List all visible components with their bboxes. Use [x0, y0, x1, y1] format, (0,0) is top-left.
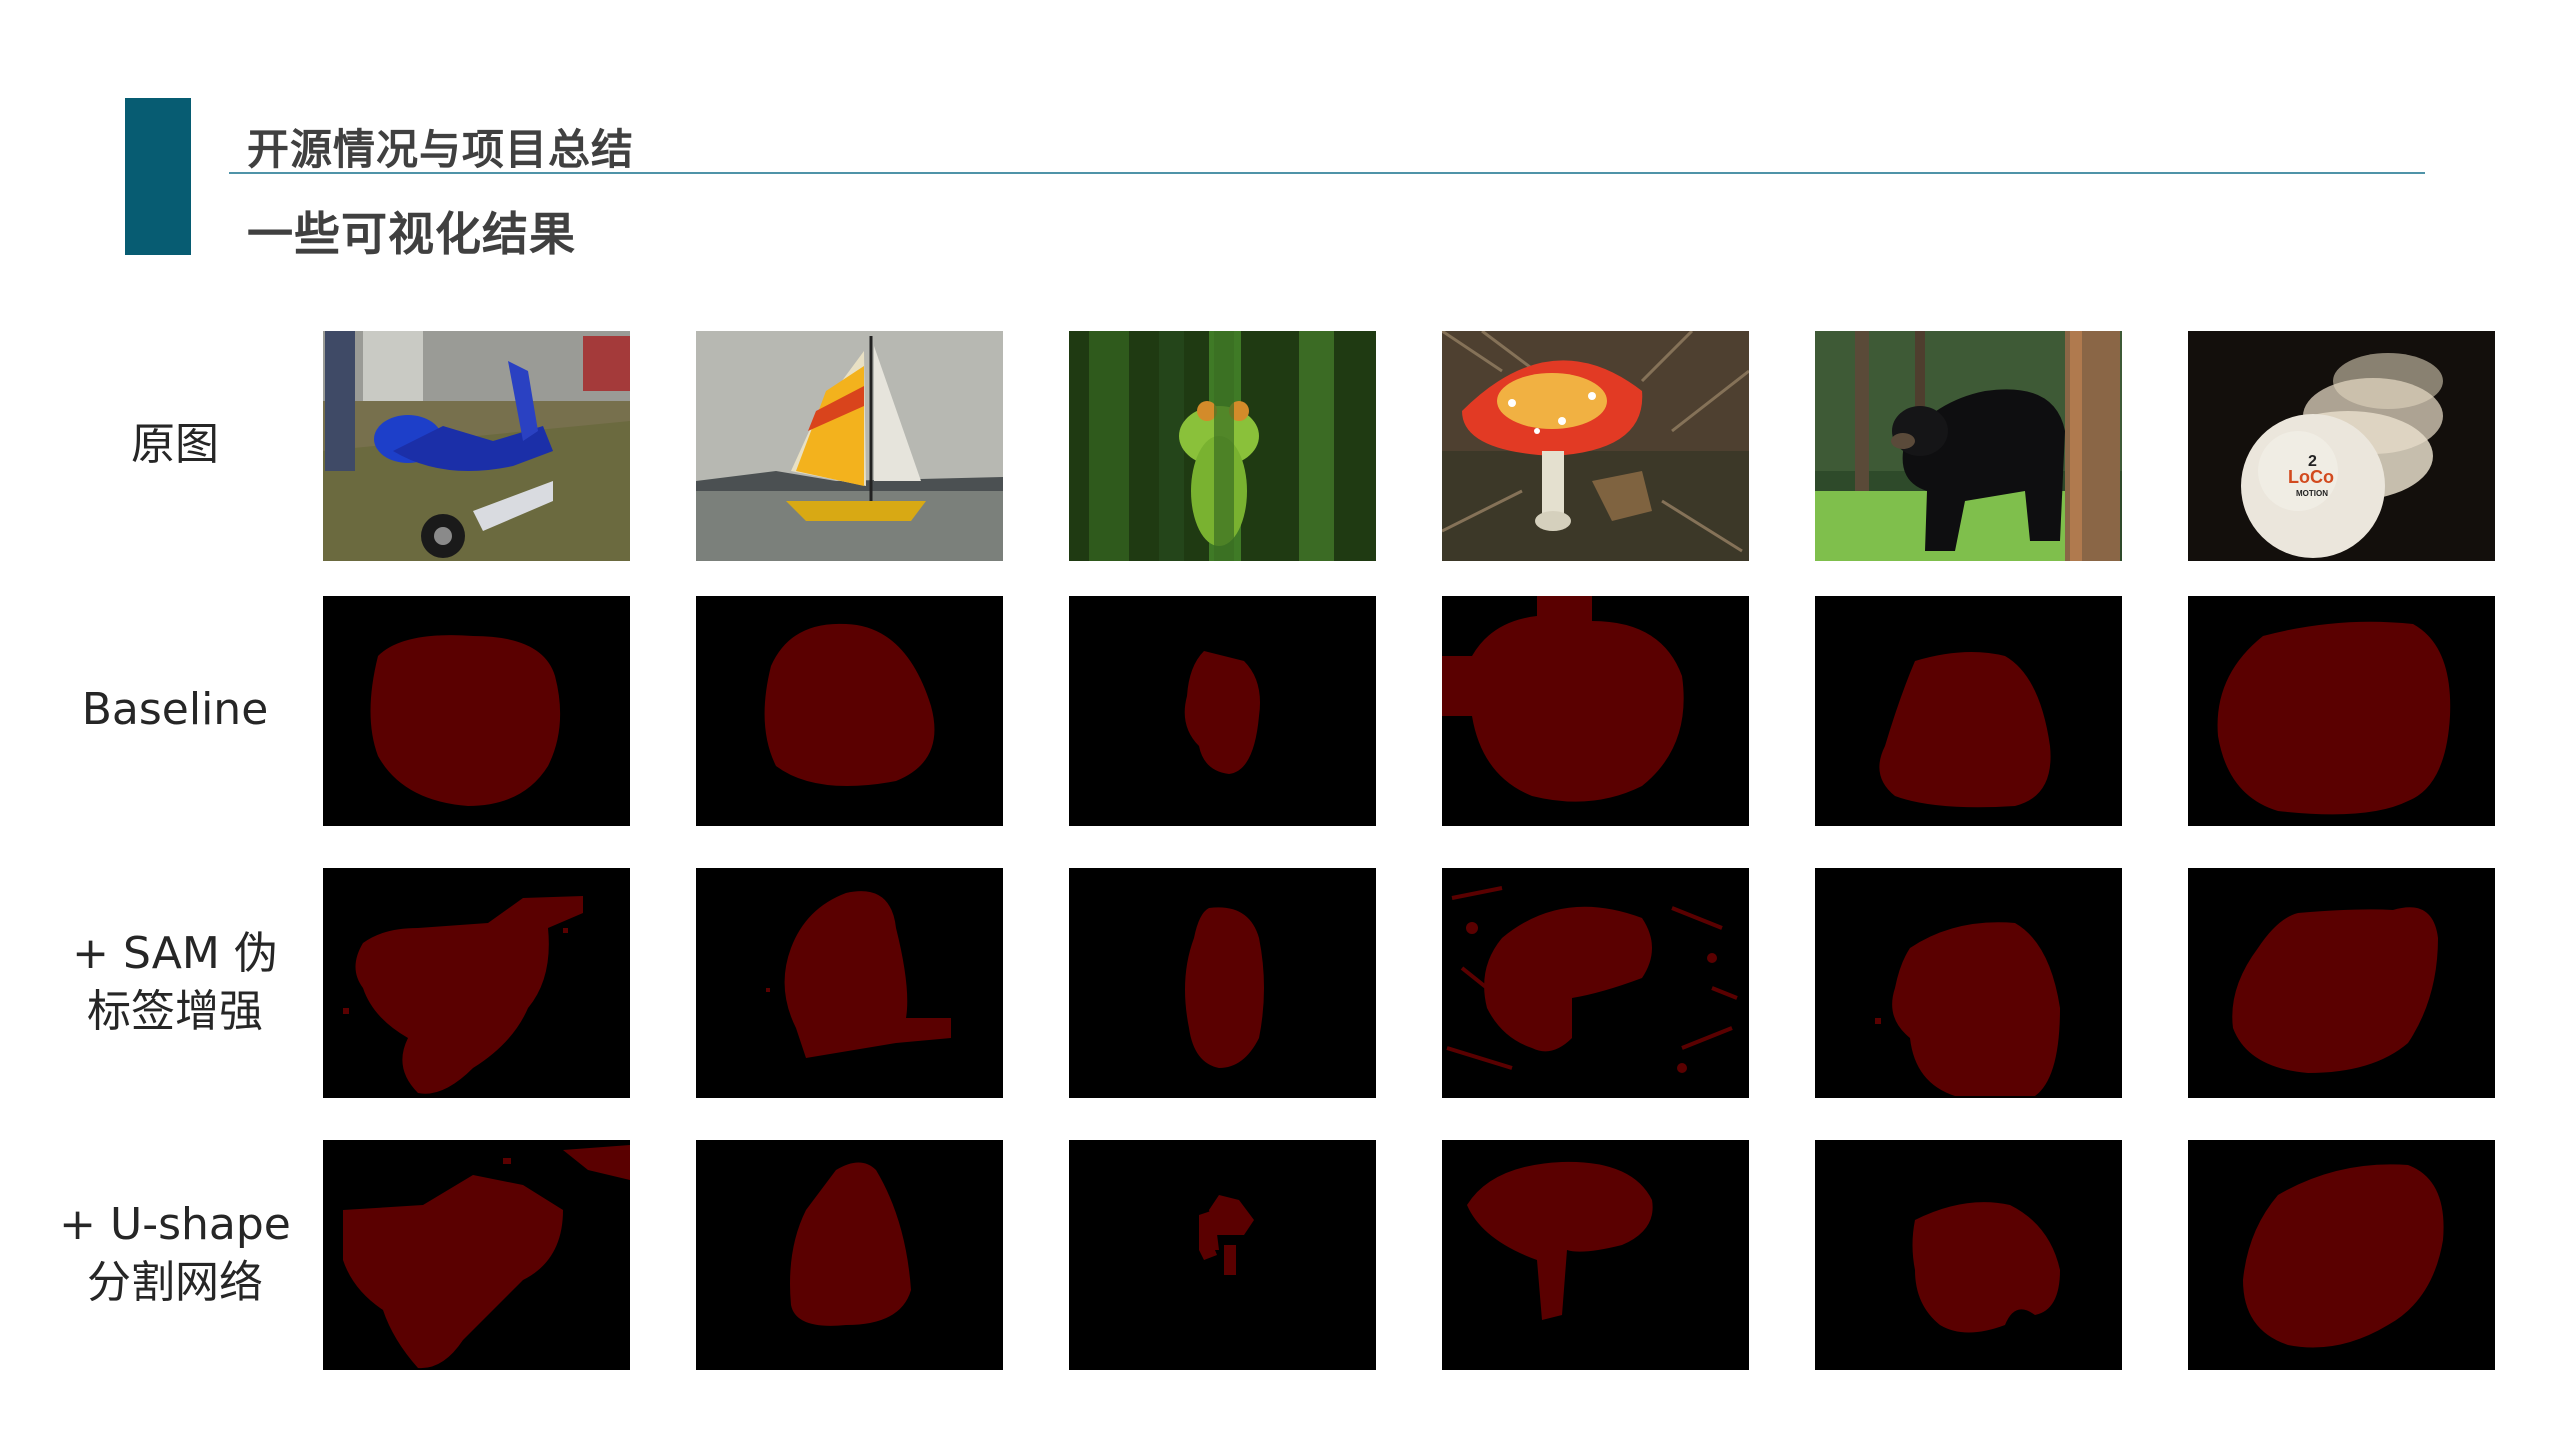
row-label-line: 原图	[131, 419, 219, 470]
original-image-sailboat	[696, 331, 1003, 561]
row-label-line: Baseline	[81, 684, 269, 735]
original-image-bear	[1815, 331, 2122, 561]
row-label-line: 标签增强	[87, 985, 263, 1037]
baseline-mask-bear	[1815, 596, 2122, 826]
sam-mask-mushroom	[1442, 868, 1749, 1098]
segmentation-mask	[1677, 1063, 1687, 1073]
segmentation-mask	[370, 635, 561, 806]
segmentation-mask	[2217, 621, 2451, 815]
sam-mask-golf-balls	[2188, 868, 2495, 1098]
row-label-original: 原图	[40, 380, 310, 510]
segmentation-mask	[1224, 1245, 1236, 1275]
row-label-baseline: Baseline	[40, 645, 310, 775]
baseline-mask-frog	[1069, 596, 1376, 826]
accent-bar	[125, 98, 191, 255]
section-title: 开源情况与项目总结	[247, 125, 635, 174]
ushape-mask-scooter	[323, 1140, 630, 1370]
original-image-mushroom	[1442, 331, 1749, 561]
segmentation-mask	[766, 988, 770, 992]
slide-title: 一些可视化结果	[247, 207, 576, 261]
sam-mask-bear	[1815, 868, 2122, 1098]
golf-ball-brand: LoCo	[2288, 467, 2334, 487]
baseline-mask-mushroom	[1442, 596, 1749, 826]
row-label-line: + SAM 伪	[72, 927, 278, 979]
row-label-ushape: + U-shape 分割网络	[40, 1186, 310, 1321]
sam-mask-scooter	[323, 868, 630, 1098]
original-image-frog	[1069, 331, 1376, 561]
baseline-mask-sailboat	[696, 596, 1003, 826]
ushape-mask-sailboat	[696, 1140, 1003, 1370]
baseline-mask-golf-balls	[2188, 596, 2495, 826]
original-image-scooter	[323, 331, 630, 561]
baseline-mask-scooter	[323, 596, 630, 826]
segmentation-mask	[563, 928, 568, 933]
segmentation-mask	[1875, 1018, 1881, 1024]
title-divider	[229, 172, 2425, 174]
segmentation-mask	[1185, 907, 1264, 1068]
sam-mask-sailboat	[696, 868, 1003, 1098]
segmentation-mask	[1707, 953, 1717, 963]
ushape-mask-mushroom	[1442, 1140, 1749, 1370]
golf-ball-sub: MOTION	[2296, 489, 2328, 498]
ushape-mask-bear	[1815, 1140, 2122, 1370]
ushape-mask-golf-balls	[2188, 1140, 2495, 1370]
original-image-golf-balls: 2 LoCo MOTION	[2188, 331, 2495, 561]
segmentation-mask	[1466, 922, 1478, 934]
row-label-line: + U-shape	[59, 1198, 291, 1250]
ushape-mask-frog	[1069, 1140, 1376, 1370]
sam-mask-frog	[1069, 868, 1376, 1098]
row-label-sam: + SAM 伪 标签增强	[40, 915, 310, 1050]
segmentation-mask	[343, 1008, 349, 1014]
segmentation-mask	[503, 1158, 511, 1164]
row-label-line: 分割网络	[87, 1256, 263, 1308]
